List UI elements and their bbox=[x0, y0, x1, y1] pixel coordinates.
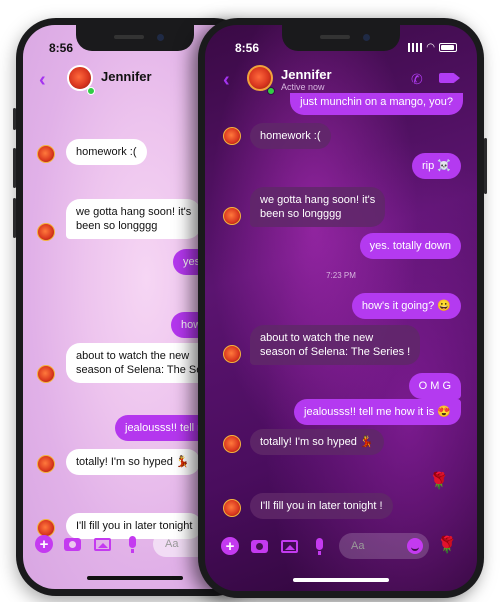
message-bubble[interactable]: rip ☠️ bbox=[412, 153, 461, 179]
online-indicator bbox=[87, 87, 95, 95]
mic-icon[interactable] bbox=[129, 536, 136, 553]
message-bubble[interactable]: yes. totally down bbox=[359, 233, 461, 259]
message-list[interactable]: just munchin on a mango, you? homework :… bbox=[205, 93, 477, 531]
plus-icon[interactable]: + bbox=[221, 537, 239, 555]
sender-avatar bbox=[37, 223, 55, 241]
back-chevron-icon[interactable]: ‹ bbox=[223, 69, 230, 92]
message-line: been so longggg bbox=[76, 220, 158, 232]
image-icon[interactable] bbox=[281, 540, 298, 553]
sender-avatar bbox=[223, 207, 241, 225]
message-bubble[interactable]: totally! I'm so hyped 💃 bbox=[250, 429, 384, 455]
video-icon[interactable] bbox=[439, 73, 460, 83]
battery-icon bbox=[439, 43, 457, 52]
volume-down-button bbox=[13, 198, 16, 238]
message-bubble[interactable]: we gotta hang soon! it's been so longggg bbox=[250, 187, 386, 227]
image-icon[interactable] bbox=[94, 538, 111, 551]
sender-avatar bbox=[37, 365, 55, 383]
power-button bbox=[484, 138, 487, 194]
contact-name[interactable]: Jennifer bbox=[281, 67, 332, 82]
plus-icon[interactable]: + bbox=[35, 535, 53, 553]
sender-avatar bbox=[223, 435, 241, 453]
message-line: about to watch the new bbox=[76, 350, 190, 362]
rose-icon: 🌹 bbox=[429, 473, 449, 490]
message-bubble[interactable]: jealousss!! tell me how it is 😍 bbox=[294, 399, 461, 425]
sender-avatar bbox=[37, 145, 55, 163]
message-bubble[interactable]: homework :( bbox=[250, 123, 331, 149]
back-chevron-icon[interactable]: ‹ bbox=[39, 69, 46, 92]
rose-icon[interactable]: 🌹 bbox=[437, 535, 457, 555]
screen-dark: 8:56 ◠ ‹ Jennifer Active now ✆ just munc… bbox=[205, 25, 477, 591]
timestamp: 7:23 PM bbox=[326, 271, 356, 280]
message-line: about to watch the new bbox=[260, 332, 374, 344]
sender-avatar bbox=[223, 345, 241, 363]
notch bbox=[76, 25, 194, 51]
wifi-icon: ◠ bbox=[426, 42, 435, 53]
signal-icon bbox=[408, 43, 423, 52]
message-bubble[interactable]: homework :( bbox=[66, 139, 147, 165]
message-bubble[interactable]: totally! I'm so hyped 💃 bbox=[66, 449, 200, 475]
stage: 8:56 ‹ Jennifer homework :( we gotta han… bbox=[0, 0, 500, 602]
sender-avatar bbox=[37, 455, 55, 473]
phone-dark-theme: 8:56 ◠ ‹ Jennifer Active now ✆ just munc… bbox=[198, 18, 487, 598]
contact-status: Active now bbox=[281, 82, 325, 92]
emoji-icon[interactable] bbox=[407, 538, 423, 554]
message-bubble[interactable]: about to watch the new season of Selena:… bbox=[66, 343, 213, 383]
sender-avatar bbox=[223, 127, 241, 145]
message-bubble[interactable]: about to watch the new season of Selena:… bbox=[250, 325, 421, 365]
message-bubble[interactable]: I'll fill you in later tonight ! bbox=[250, 493, 393, 519]
message-line: we gotta hang soon! it's bbox=[76, 206, 192, 218]
camera-icon[interactable] bbox=[64, 538, 81, 551]
phone-icon[interactable]: ✆ bbox=[411, 71, 425, 87]
message-line: been so longggg bbox=[260, 208, 342, 220]
message-bubble[interactable]: just munchin on a mango, you? bbox=[290, 93, 463, 115]
message-bubble[interactable]: we gotta hang soon! it's been so longggg bbox=[66, 199, 202, 239]
message-line: we gotta hang soon! it's bbox=[260, 194, 376, 206]
notch bbox=[282, 25, 400, 51]
status-icons: ◠ bbox=[408, 42, 457, 53]
status-time: 8:56 bbox=[49, 41, 74, 55]
contact-name[interactable]: Jennifer bbox=[101, 69, 152, 84]
message-line: season of Selena: The Series ! bbox=[260, 346, 411, 358]
mute-switch bbox=[13, 108, 16, 130]
message-line: season of Selena: The Se bbox=[76, 364, 203, 376]
mic-icon[interactable] bbox=[316, 538, 323, 555]
status-time: 8:56 bbox=[235, 41, 260, 55]
message-bubble[interactable]: how's it going? 😀 bbox=[351, 293, 461, 319]
online-indicator bbox=[267, 87, 275, 95]
home-indicator bbox=[293, 578, 389, 582]
home-indicator bbox=[87, 576, 183, 580]
volume-up-button bbox=[13, 148, 16, 188]
camera-icon[interactable] bbox=[251, 540, 268, 553]
sender-avatar bbox=[223, 499, 241, 517]
composer: + 🌹 bbox=[205, 533, 477, 561]
message-bubble[interactable]: O M G bbox=[408, 373, 461, 399]
